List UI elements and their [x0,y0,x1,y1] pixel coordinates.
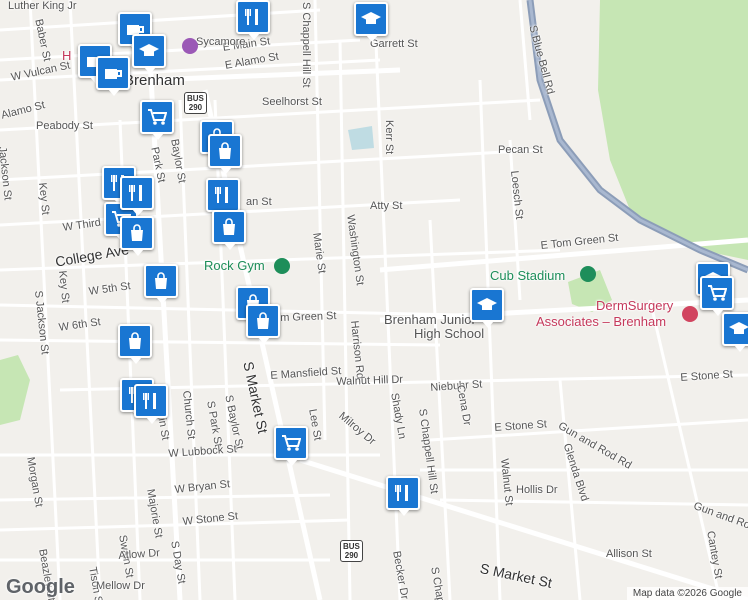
street-label: Atty St [370,200,403,212]
stadium-icon[interactable] [580,266,596,282]
place-label-brenham: Brenham [124,72,185,89]
restaurant-icon [245,9,258,25]
street-label: Peabody St [36,120,93,132]
place-label-cub-stadium: Cub Stadium [490,268,566,283]
shopping-bag-icon [219,142,231,159]
google-logo: Google [6,576,75,598]
restaurant-icon [143,393,156,409]
street-label: m Green St [280,310,337,324]
street-label: Walnut Hill Dr [336,373,404,388]
shopping-bag-icon [129,332,141,349]
shopping-cart-icon [282,435,301,451]
school-icon [477,298,497,310]
street-label: Sycamore [196,36,246,48]
shopping-cart-icon [148,109,167,125]
map-marker[interactable] [134,384,168,424]
map-marker[interactable] [140,100,174,140]
route-shield: BUS 290 [184,92,207,114]
street-label: Mellow Dr [96,580,145,592]
place-label-school-2: High School [414,326,485,341]
gym-icon[interactable] [274,258,290,274]
route-shield-number: 290 [344,551,359,560]
map-canvas[interactable]: Luther King Jr Baber St E Main St E Alam… [0,0,748,600]
street-label: Seelhorst St [262,96,322,108]
restaurant-icon [129,185,142,201]
map-marker[interactable] [722,312,748,352]
map-marker[interactable] [386,476,420,516]
street-label: S Chappell Hill St [300,2,312,88]
map-marker[interactable] [246,304,280,344]
shopping-bag-icon [223,218,235,235]
map-marker[interactable] [144,264,178,304]
shopping-bag-icon [131,224,143,241]
shopping-cart-icon [708,285,727,301]
place-label-dermsurgery: DermSurgery [596,298,674,313]
map-marker[interactable] [96,56,130,96]
shopping-bag-icon [257,312,269,329]
street-label: Allison St [606,548,652,560]
map-marker[interactable] [118,324,152,364]
school-icon [139,44,159,56]
place-label-school: Brenham Junior [384,312,476,327]
route-shield-top: BUS [343,542,360,551]
coffee-icon [105,69,122,79]
map-marker[interactable] [236,0,270,40]
street-label: Luther King Jr [8,0,77,12]
place-label-dermsurgery-2: Associates – Brenham [536,314,667,329]
map-marker[interactable] [470,288,504,328]
route-shield: BUS 290 [340,540,363,562]
map-marker[interactable] [120,176,154,216]
route-shield-top: BUS [187,94,204,103]
place-label-hospital: H [62,48,72,63]
street-label: Hollis Dr [516,484,558,496]
map-marker[interactable] [212,210,246,250]
school-icon [361,12,381,24]
map-marker[interactable] [120,216,154,256]
school-icon [729,322,748,334]
map-marker[interactable] [700,276,734,316]
map-marker[interactable] [274,426,308,466]
map-attribution[interactable]: Map data ©2026 Google [626,587,748,600]
restaurant-icon [215,187,228,203]
street-label: Kerr St [383,120,395,155]
map-marker[interactable] [208,134,242,174]
map-marker[interactable] [354,2,388,42]
map-marker[interactable] [132,34,166,74]
map-marker[interactable] [206,178,240,218]
landmark-icon[interactable] [182,38,198,54]
route-shield-number: 290 [188,103,203,112]
street-label: Pecan St [498,144,543,156]
restaurant-icon [395,485,408,501]
medical-icon[interactable] [682,306,698,322]
shopping-bag-icon [155,272,167,289]
place-label-rock-gym: Rock Gym [204,258,265,273]
street-label: an St [246,196,272,208]
